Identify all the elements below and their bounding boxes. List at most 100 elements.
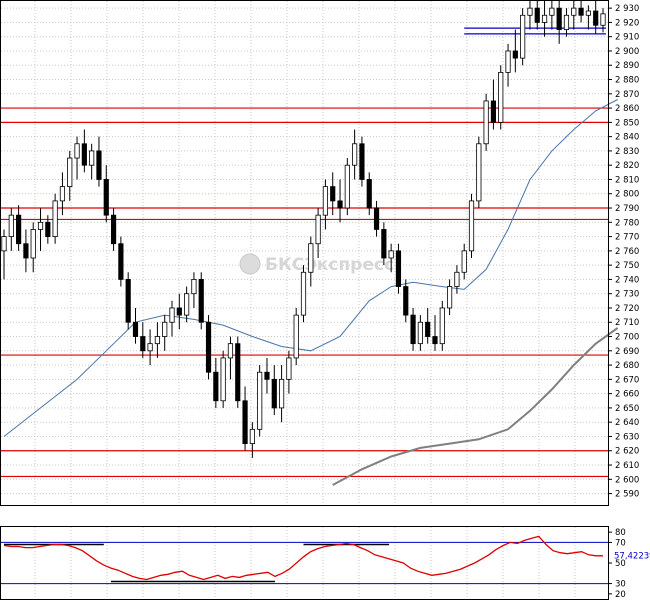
candle-body xyxy=(381,229,387,259)
y-tick-label: 2 630 xyxy=(615,432,639,442)
candle xyxy=(191,272,197,308)
candle xyxy=(330,172,336,216)
candle xyxy=(439,300,445,351)
y-tick-label: 2 680 xyxy=(615,361,639,371)
candle-body xyxy=(600,13,606,26)
candle-body xyxy=(184,293,190,316)
candle-body xyxy=(16,214,22,245)
candle-body xyxy=(271,378,277,409)
candle xyxy=(96,136,102,187)
y-tick-label: 2 730 xyxy=(615,290,639,300)
y-tick-label: 2 840 xyxy=(615,133,639,143)
watermark-text: БКСЭкспресс xyxy=(265,255,394,275)
candle xyxy=(103,165,109,223)
y-tick-label: 2 810 xyxy=(615,175,639,185)
candle-body xyxy=(169,307,175,323)
candle-body xyxy=(505,50,511,73)
chart-canvas: БКСЭкспресс 2 590 2 600 2 610 2 620 2 630 2 6… xyxy=(0,0,650,600)
candle xyxy=(410,307,416,351)
y-tick-label: 2 740 xyxy=(615,275,639,285)
y-tick-label: 2 920 xyxy=(615,18,639,28)
candle-body xyxy=(264,371,270,380)
candle xyxy=(344,158,350,216)
candle xyxy=(512,29,518,73)
y-tick-label: 2 710 xyxy=(615,318,639,328)
candle-body xyxy=(373,207,380,230)
channel-levels xyxy=(464,27,606,35)
candle-body xyxy=(191,279,197,295)
candle-body xyxy=(330,186,336,202)
candle-body xyxy=(293,314,299,359)
candle-body xyxy=(205,321,212,373)
candle-body xyxy=(483,100,489,145)
candle xyxy=(162,315,168,351)
price-grid xyxy=(1,1,608,505)
candle xyxy=(169,300,175,337)
candle xyxy=(110,208,117,251)
candle-body xyxy=(227,343,234,359)
candle-body xyxy=(67,157,73,188)
y-tick-label: 2 640 xyxy=(615,418,639,428)
candle xyxy=(184,286,190,323)
y-tick-label: 2 660 xyxy=(615,390,639,400)
candle xyxy=(425,307,431,344)
candle xyxy=(278,365,285,423)
candle-body xyxy=(37,221,44,230)
candles xyxy=(1,1,606,458)
candle-body xyxy=(527,7,533,16)
candle-body xyxy=(59,186,66,202)
candle-body xyxy=(140,336,146,352)
candle-body xyxy=(585,10,591,16)
osc-tick-label: 30 xyxy=(615,580,626,590)
y-tick-label: 2 750 xyxy=(615,261,639,271)
candle-body xyxy=(337,200,343,209)
y-tick-label: 2 600 xyxy=(615,475,639,485)
candle xyxy=(593,1,599,34)
candle xyxy=(23,229,29,273)
oscillator-axis: 807050302057,42239 xyxy=(608,528,650,600)
candle xyxy=(74,136,80,180)
candle xyxy=(37,208,44,251)
candle-body xyxy=(447,286,453,309)
candle xyxy=(132,307,139,344)
candle-body xyxy=(549,7,555,16)
candle-body xyxy=(213,371,219,402)
candle-body xyxy=(89,150,95,166)
oscillator-plot-border xyxy=(0,526,609,600)
y-tick-label: 2 910 xyxy=(615,33,639,43)
oscillator-panel: 807050302057,42239 xyxy=(0,526,650,600)
candle xyxy=(257,365,263,437)
candle-body xyxy=(1,236,7,252)
candle xyxy=(476,136,482,209)
candle xyxy=(549,1,555,30)
y-tick-label: 2 780 xyxy=(615,218,639,228)
price-panel: БКСЭкспресс 2 590 2 600 2 610 2 620 2 630 2 6… xyxy=(0,0,639,506)
candle-body xyxy=(96,150,102,180)
candle xyxy=(125,272,131,330)
candle xyxy=(81,129,87,173)
candle xyxy=(498,65,504,130)
candle-body xyxy=(512,50,518,59)
candle xyxy=(300,265,307,323)
candle-body xyxy=(498,71,504,123)
candle-body xyxy=(147,343,153,352)
candle-body xyxy=(344,164,350,209)
y-tick-label: 2 770 xyxy=(615,233,639,243)
oscillator-trendlines xyxy=(4,543,390,583)
candle xyxy=(483,93,489,151)
candle xyxy=(118,236,124,287)
y-tick-label: 2 800 xyxy=(615,190,639,200)
candle-body xyxy=(249,428,255,445)
candle xyxy=(198,272,204,330)
candle-body xyxy=(132,321,139,337)
candle-body xyxy=(81,143,87,166)
candle xyxy=(59,172,66,216)
candle-body xyxy=(410,314,416,345)
y-tick-label: 2 720 xyxy=(615,304,639,314)
candle xyxy=(264,357,270,394)
candle xyxy=(490,79,497,130)
y-tick-label: 2 850 xyxy=(615,118,639,128)
candle-body xyxy=(352,143,358,166)
candle-body xyxy=(468,200,475,252)
candle-body xyxy=(278,378,285,409)
